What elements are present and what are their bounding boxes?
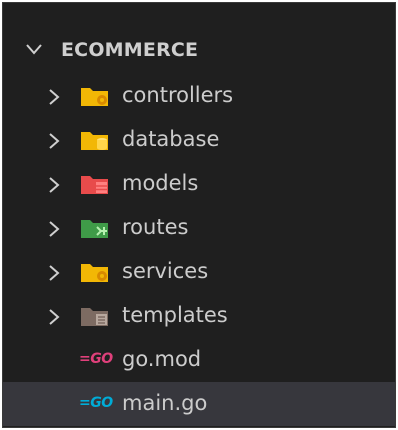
tree-item-label: routes <box>122 215 189 239</box>
tree-item-services[interactable]: services <box>3 250 395 294</box>
chevron-right-icon[interactable] <box>47 176 61 194</box>
tree-item-label: go.mod <box>122 347 202 371</box>
chevron-right-icon[interactable] <box>47 132 61 150</box>
folder-routes-icon <box>81 220 108 238</box>
tree-item-go-mod[interactable]: =GO go.mod <box>3 338 395 382</box>
root-folder-label: ECOMMERCE <box>61 39 199 61</box>
tree-item-templates[interactable]: templates <box>3 294 395 338</box>
chevron-right-icon[interactable] <box>47 308 61 326</box>
tree-item-label: database <box>122 127 220 151</box>
go-mod-icon: =GO <box>79 351 113 367</box>
tree-item-routes[interactable]: routes <box>3 206 395 250</box>
explorer-root-folder[interactable]: ECOMMERCE <box>3 30 395 70</box>
tree-item-controllers[interactable]: controllers <box>3 74 395 118</box>
chevron-right-icon[interactable] <box>47 264 61 282</box>
tree-item-label: main.go <box>122 391 208 415</box>
folder-templates-icon <box>81 308 108 326</box>
explorer-panel: ECOMMERCE controllers database models ro… <box>2 2 396 428</box>
tree-item-label: controllers <box>122 83 234 107</box>
tree-item-models[interactable]: models <box>3 162 395 206</box>
folder-models-icon <box>81 176 108 194</box>
tree-item-label: templates <box>122 303 228 327</box>
folder-database-icon <box>81 132 108 150</box>
tree-item-label: services <box>122 259 209 283</box>
chevron-right-icon[interactable] <box>47 220 61 238</box>
go-file-icon: =GO <box>79 395 113 411</box>
tree-item-main-go[interactable]: =GO main.go <box>3 382 395 426</box>
chevron-down-icon[interactable] <box>25 42 43 56</box>
tree-item-database[interactable]: database <box>3 118 395 162</box>
chevron-right-icon[interactable] <box>47 88 61 106</box>
folder-services-icon <box>81 264 108 282</box>
folder-controllers-icon <box>81 88 108 106</box>
tree-item-label: models <box>122 171 199 195</box>
